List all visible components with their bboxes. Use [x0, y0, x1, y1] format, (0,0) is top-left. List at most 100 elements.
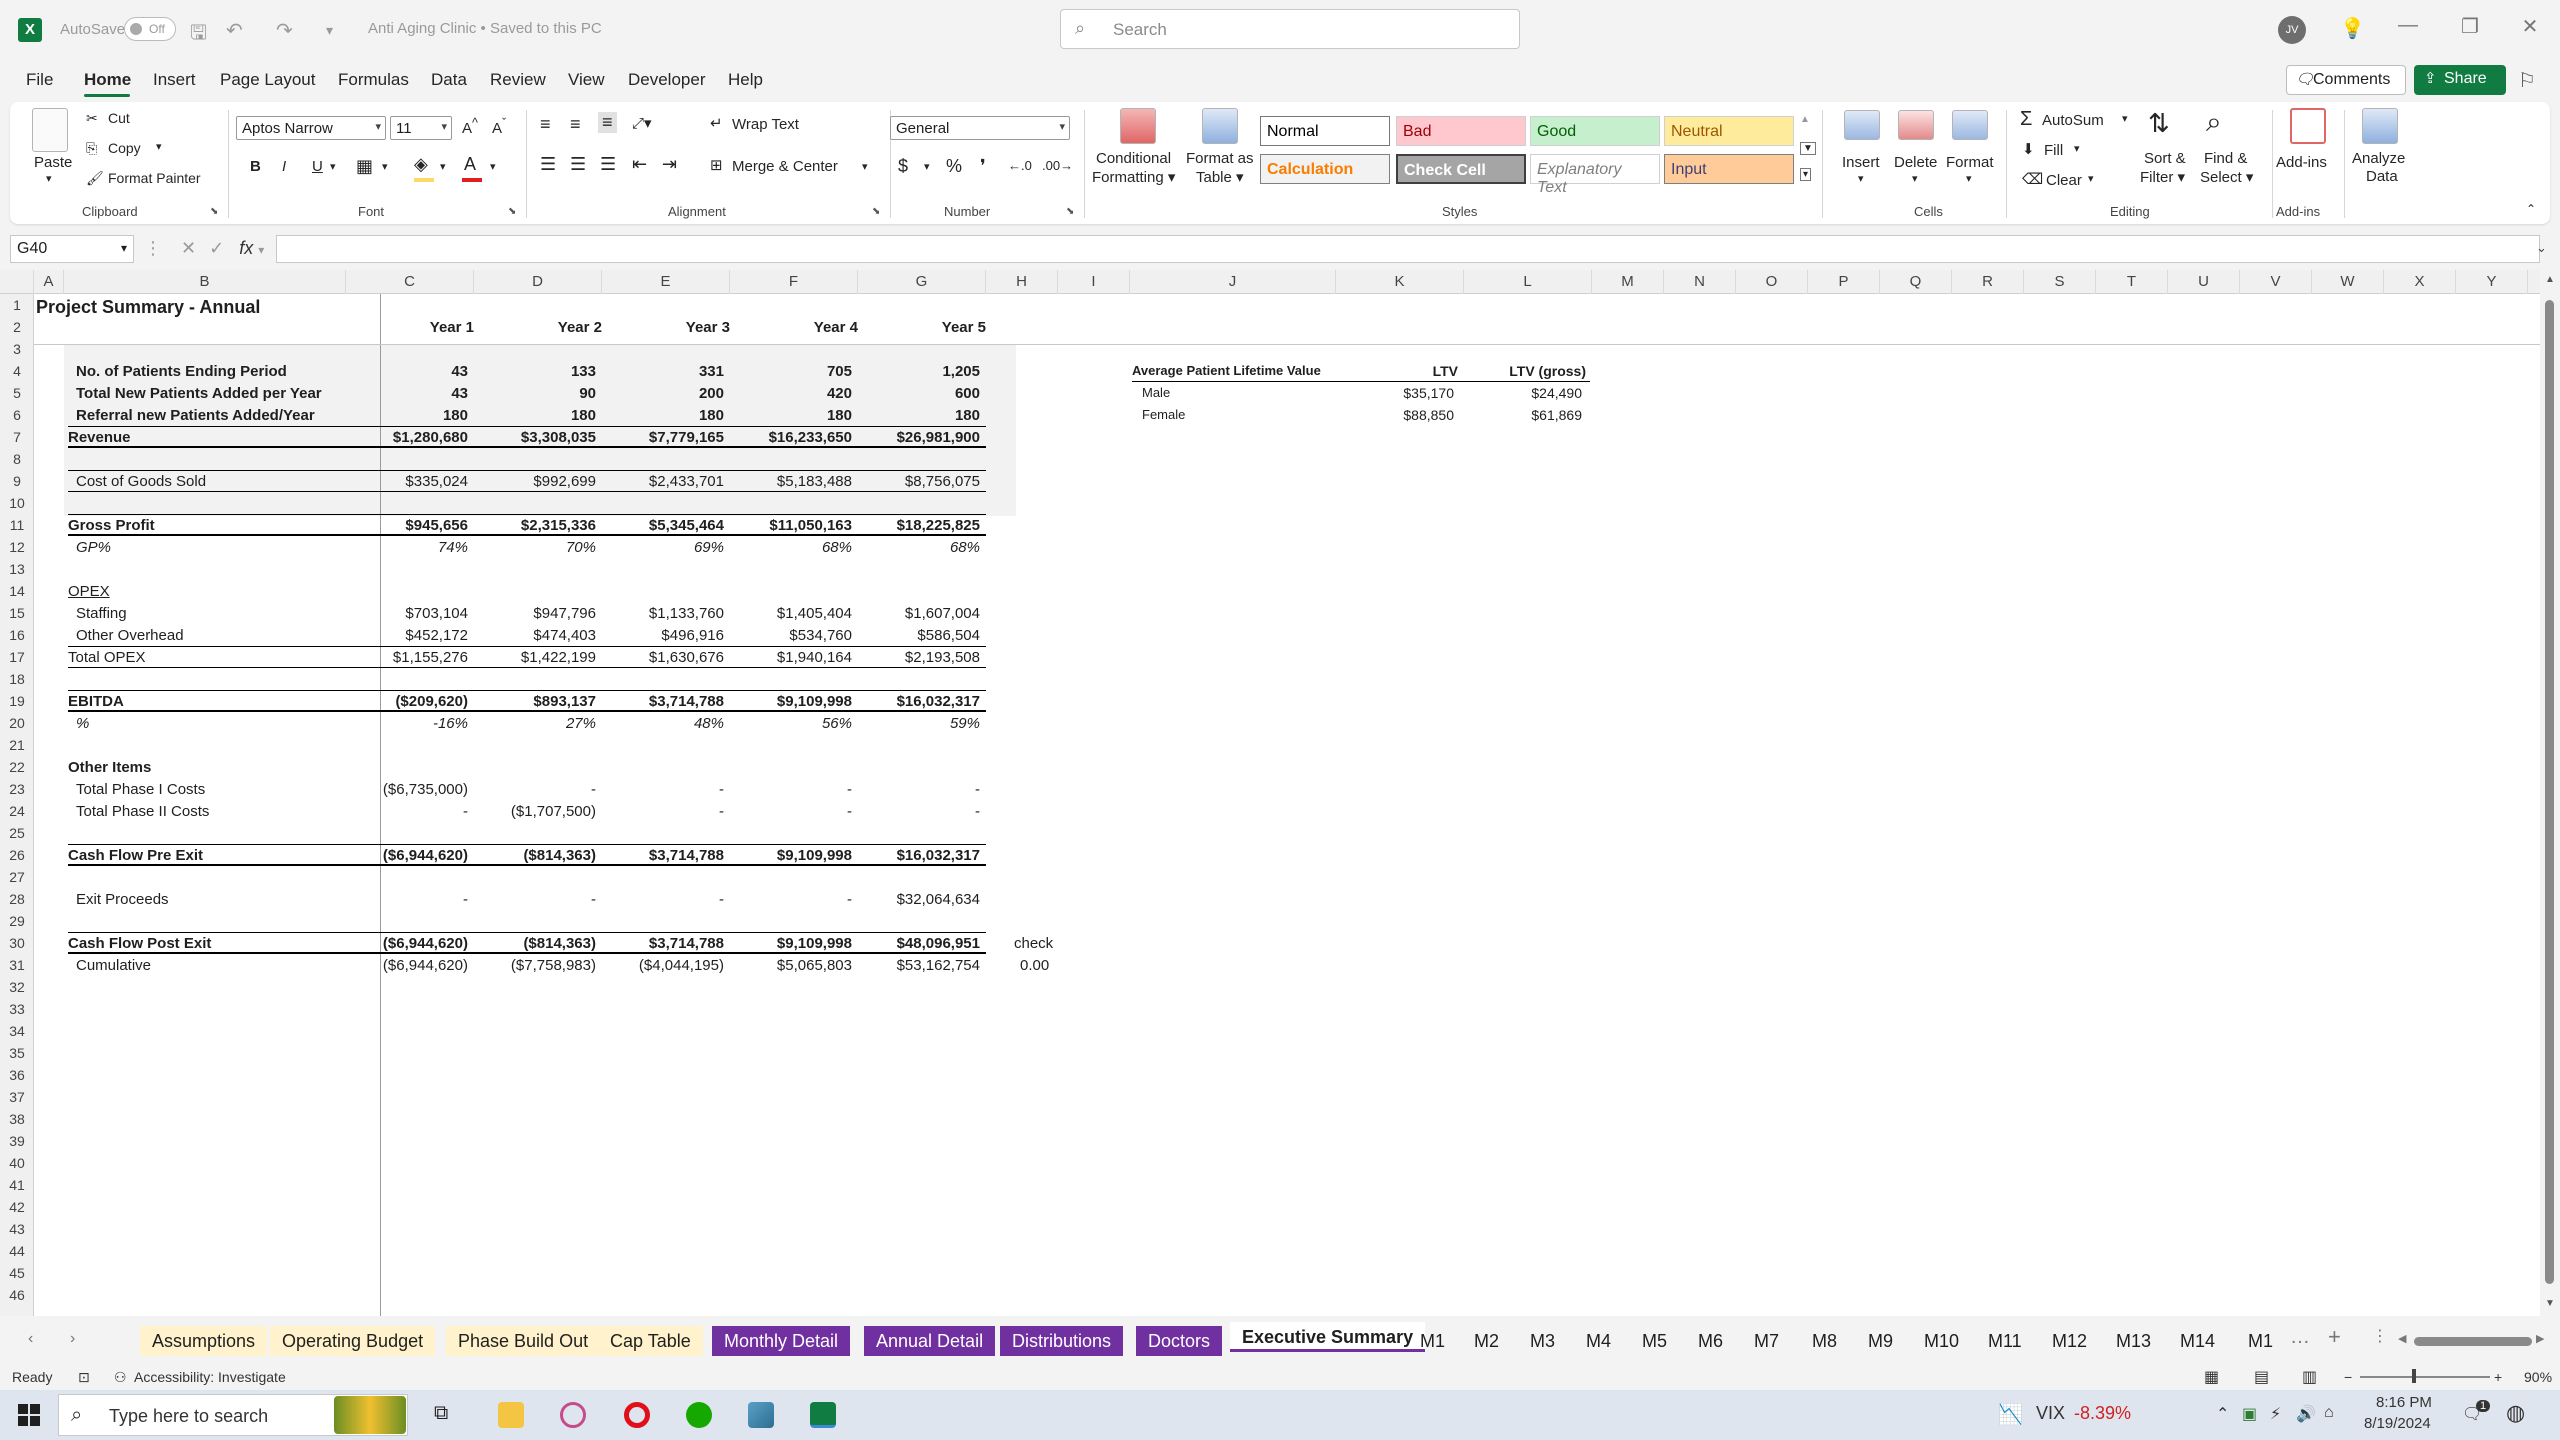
tab-formulas[interactable]: Formulas	[338, 70, 409, 90]
analyze-data-label-2[interactable]: Data	[2366, 168, 2398, 185]
analyze-data-icon[interactable]	[2362, 108, 2398, 144]
sheet-tab[interactable]: Cap Table	[598, 1326, 703, 1356]
cut-button[interactable]: Cut	[108, 110, 130, 126]
enter-icon[interactable]: ✓	[209, 238, 224, 258]
horizontal-scrollbar[interactable]	[2414, 1334, 2532, 1348]
format-table-label-2[interactable]: Table ▾	[1196, 168, 1244, 186]
column-header[interactable]: E	[602, 270, 730, 294]
row-header[interactable]: 16	[0, 627, 34, 643]
row-header[interactable]: 30	[0, 935, 34, 951]
autosave-toggle[interactable]: Off	[124, 17, 176, 41]
sheet-tab[interactable]: Doctors	[1136, 1326, 1223, 1356]
row-header[interactable]: 27	[0, 869, 34, 885]
sheet-tab[interactable]: Assumptions	[140, 1326, 268, 1356]
row-header[interactable]: 15	[0, 605, 34, 621]
row-header[interactable]: 43	[0, 1221, 34, 1237]
gp-pct-value[interactable]: 68%	[680, 539, 980, 556]
column-header[interactable]: K	[1336, 270, 1464, 294]
check-value[interactable]: 0.00	[1020, 957, 1049, 974]
autosum-button[interactable]: AutoSum	[2042, 112, 2104, 129]
ebitda-pct-value[interactable]: 59%	[680, 715, 980, 732]
normal-view-icon[interactable]: ▦	[2204, 1367, 2219, 1387]
increase-decimal-icon[interactable]: ←.0	[1008, 158, 1032, 173]
cf-pre-value[interactable]: $16,032,317	[680, 847, 980, 864]
number-format-select[interactable]: General ▾	[890, 116, 1070, 140]
page-layout-view-icon[interactable]: ▤	[2254, 1367, 2269, 1387]
copy-button[interactable]: Copy	[108, 140, 141, 156]
hscroll-left-icon[interactable]: ◀	[2398, 1332, 2406, 1345]
total-opex-label[interactable]: Total OPEX	[68, 649, 146, 666]
tab-review[interactable]: Review	[490, 70, 546, 90]
sheet-tab[interactable]: Monthly Detail	[712, 1326, 851, 1356]
row-header[interactable]: 36	[0, 1067, 34, 1083]
row-header[interactable]: 11	[0, 517, 34, 533]
column-header[interactable]: C	[346, 270, 474, 294]
sheet-tab[interactable]: Operating Budget	[270, 1326, 436, 1356]
macro-recording-icon[interactable]: ⊡	[78, 1369, 90, 1386]
underline-dropdown-icon[interactable]: ▾	[330, 160, 336, 173]
other-overhead-value[interactable]: $586,504	[680, 627, 980, 644]
style-bad[interactable]: Bad	[1396, 116, 1526, 146]
new-patients-value[interactable]: 600	[680, 385, 980, 402]
sort-filter-label-1[interactable]: Sort &	[2144, 150, 2186, 167]
row-header[interactable]: 1	[0, 297, 34, 313]
cut-icon[interactable]: ✂	[86, 110, 98, 127]
conditional-formatting-label-1[interactable]: Conditional	[1096, 150, 1171, 167]
phase1-value[interactable]: -	[680, 781, 980, 798]
align-left-icon[interactable]: ☰	[540, 154, 556, 175]
decrease-indent-icon[interactable]: ⇤	[632, 154, 647, 175]
row-header[interactable]: 46	[0, 1287, 34, 1303]
row-header[interactable]: 24	[0, 803, 34, 819]
fill-dropdown-icon[interactable]: ▾	[2074, 142, 2080, 155]
sheet-tab[interactable]: M8	[1800, 1326, 1849, 1356]
column-header[interactable]: G	[858, 270, 986, 294]
column-header[interactable]: J	[1130, 270, 1336, 294]
format-painter-button[interactable]: Format Painter	[108, 170, 201, 186]
column-header[interactable]: Q	[1880, 270, 1952, 294]
style-good[interactable]: Good	[1530, 116, 1660, 146]
collapse-ribbon-icon[interactable]: ⌃	[2526, 202, 2536, 216]
styles-scroll-down-icon[interactable]: ▼	[1800, 142, 1816, 155]
row-header[interactable]: 2	[0, 319, 34, 335]
ltv-gross-col-header[interactable]: LTV (gross)	[1286, 363, 1586, 379]
fill-icon[interactable]: ⬇	[2022, 140, 2035, 158]
show-hidden-icons-icon[interactable]: ⌃	[2216, 1404, 2229, 1424]
document-title[interactable]: Anti Aging Clinic • Saved to this PC	[368, 20, 602, 37]
row-header[interactable]: 33	[0, 1001, 34, 1017]
conditional-formatting-icon[interactable]	[1120, 108, 1156, 144]
column-header[interactable]: U	[2168, 270, 2240, 294]
style-explanatory[interactable]: Explanatory Text	[1530, 154, 1660, 196]
cogs-value[interactable]: $8,756,075	[680, 473, 980, 490]
coauthoring-icon[interactable]: ⚐	[2518, 68, 2536, 93]
delete-cells-icon[interactable]	[1898, 110, 1934, 140]
column-header[interactable]: W	[2312, 270, 2384, 294]
column-header[interactable]: L	[1464, 270, 1592, 294]
zoom-level[interactable]: 90%	[2524, 1369, 2552, 1385]
merge-center-button[interactable]: Merge & Center	[732, 158, 838, 175]
orientation-icon[interactable]: ⤢▾	[632, 114, 652, 132]
align-bottom-icon[interactable]: ≡	[598, 112, 617, 133]
sheet-tab[interactable]: M13	[2104, 1326, 2163, 1356]
sheet-tab[interactable]: Annual Detail	[864, 1326, 996, 1356]
horizontal-scroll-thumb[interactable]	[2414, 1337, 2532, 1346]
style-neutral[interactable]: Neutral	[1664, 116, 1794, 146]
phase2-value[interactable]: -	[680, 803, 980, 820]
page-break-view-icon[interactable]: ▥	[2302, 1367, 2317, 1387]
sheet-tab[interactable]: Executive Summary	[1230, 1322, 1426, 1352]
other-items-heading[interactable]: Other Items	[68, 759, 151, 776]
row-header[interactable]: 17	[0, 649, 34, 665]
column-header[interactable]: R	[1952, 270, 2024, 294]
style-normal[interactable]: Normal	[1260, 116, 1390, 146]
find-select-icon[interactable]: ⌕	[2206, 106, 2222, 139]
name-box[interactable]: G40 ▾	[10, 235, 134, 263]
sheet-tab[interactable]: M6	[1686, 1326, 1735, 1356]
more-sheets-button[interactable]: …	[2290, 1326, 2310, 1349]
font-launcher-icon[interactable]: ⬊	[508, 206, 516, 217]
sort-filter-icon[interactable]: ⇅	[2148, 108, 2170, 139]
tab-page-layout[interactable]: Page Layout	[220, 70, 315, 90]
row-header[interactable]: 42	[0, 1199, 34, 1215]
row-header[interactable]: 9	[0, 473, 34, 489]
insert-button[interactable]: Insert	[1842, 154, 1880, 171]
clock-time[interactable]: 8:16 PM	[2376, 1394, 2432, 1411]
column-header[interactable]: H	[986, 270, 1058, 294]
